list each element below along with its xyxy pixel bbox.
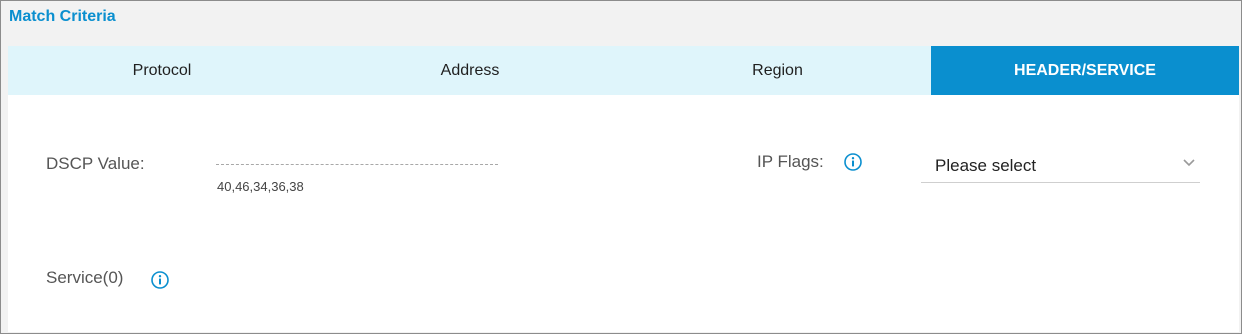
ip-flags-select-value: Please select — [935, 156, 1037, 175]
info-circle-icon[interactable] — [151, 271, 169, 289]
info-circle-icon[interactable] — [844, 153, 862, 171]
chevron-down-icon — [1183, 159, 1195, 167]
panel-title: Match Criteria — [9, 8, 116, 25]
tab-protocol[interactable]: Protocol — [8, 46, 316, 95]
dscp-value-label: DSCP Value: — [46, 154, 145, 173]
ip-flags-select[interactable]: Please select — [921, 150, 1200, 183]
panel-content: Protocol Address Region HEADER/SERVICE D… — [8, 46, 1239, 332]
ip-flags-label: IP Flags: — [757, 152, 824, 171]
dscp-value-field[interactable] — [216, 164, 498, 165]
match-criteria-panel: Match Criteria Protocol Address Region H… — [0, 0, 1242, 334]
service-label: Service(0) — [46, 268, 124, 287]
tab-header-service[interactable]: HEADER/SERVICE — [931, 46, 1239, 95]
tab-region[interactable]: Region — [624, 46, 931, 95]
tab-address[interactable]: Address — [316, 46, 624, 95]
dscp-value-text: 40,46,34,36,38 — [217, 179, 304, 194]
tab-bar: Protocol Address Region HEADER/SERVICE — [8, 46, 1239, 95]
